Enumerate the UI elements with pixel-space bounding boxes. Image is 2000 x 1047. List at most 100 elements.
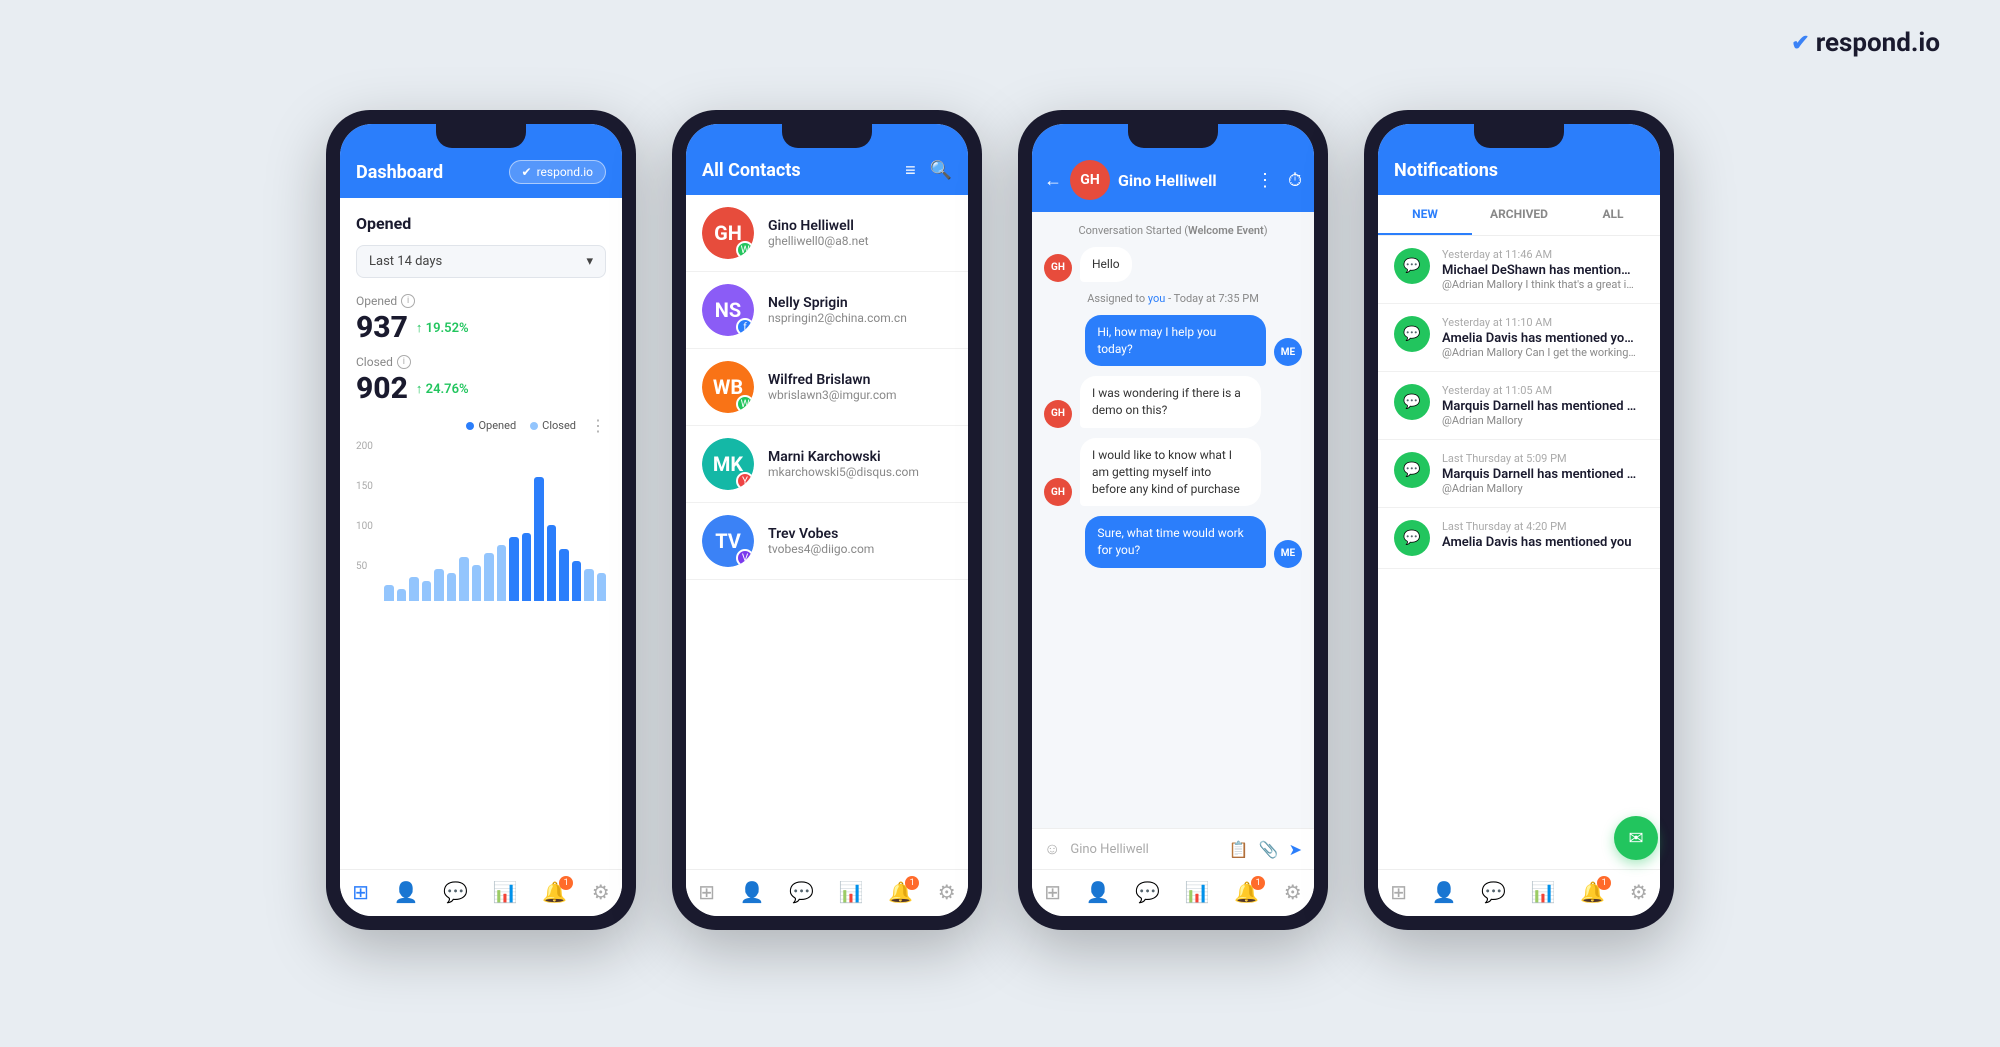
notif-badge: 1	[559, 876, 573, 890]
notification-icon: 💬	[1394, 316, 1430, 352]
nav-home-icon[interactable]: ⊞	[352, 880, 369, 904]
nav-settings-icon[interactable]: ⚙	[938, 880, 956, 904]
tab-all[interactable]: ALL	[1566, 195, 1660, 235]
notification-icon: 💬	[1394, 520, 1430, 556]
chat-input-field[interactable]: Gino Helliwell	[1070, 842, 1218, 857]
nav-chat-icon[interactable]: 💬	[443, 880, 468, 904]
nav-home-icon[interactable]: ⊞	[1390, 880, 1407, 904]
nav-settings-icon[interactable]: ⚙	[1284, 880, 1302, 904]
notif-badge: 1	[1597, 876, 1611, 890]
info-icon[interactable]: ⏱	[1288, 170, 1302, 191]
notification-item[interactable]: 💬 Last Thursday at 5:09 PM Marquis Darne…	[1378, 440, 1660, 508]
nav-home-icon[interactable]: ⊞	[698, 880, 715, 904]
search-icon[interactable]: 🔍	[930, 160, 952, 181]
notifications-tabs: NEW ARCHIVED ALL	[1378, 195, 1660, 236]
contact-item[interactable]: WB W Wilfred Brislawn wbrislawn3@imgur.c…	[686, 349, 968, 426]
chart-bar	[509, 537, 519, 601]
nav-stats-icon[interactable]: 📊	[1531, 880, 1556, 904]
nav-chat-icon[interactable]: 💬	[789, 880, 814, 904]
nav-contacts-icon[interactable]: 👤	[394, 880, 419, 904]
attachment-icon[interactable]: 📎	[1259, 840, 1279, 859]
contact-name: Marni Karchowski	[768, 449, 919, 465]
fab-compose[interactable]: ✉	[1614, 816, 1658, 860]
notification-title: Michael DeShawn has mentioned you i...	[1442, 263, 1637, 278]
notification-icon: 💬	[1394, 248, 1430, 284]
nav-notif-icon[interactable]: 🔔1	[1234, 880, 1259, 904]
notification-item[interactable]: 💬 Yesterday at 11:05 AM Marquis Darnell …	[1378, 372, 1660, 440]
emoji-icon[interactable]: ☺	[1044, 839, 1060, 859]
nav-stats-icon[interactable]: 📊	[493, 880, 518, 904]
chevron-down-icon: ▾	[586, 254, 593, 269]
nav-contacts-icon[interactable]: 👤	[1086, 880, 1111, 904]
chat-input-bar: ☺ Gino Helliwell 📋 📎 ➤	[1032, 828, 1314, 869]
dashboard-header: Dashboard ✔ respond.io	[340, 124, 622, 198]
back-icon[interactable]: ←	[1044, 170, 1062, 191]
nav-notif-icon[interactable]: 🔔1	[888, 880, 913, 904]
contact-item[interactable]: TV V Trev Vobes tvobes4@diigo.com	[686, 503, 968, 580]
chat-header-icons: ⋮ ⏱	[1256, 170, 1302, 191]
send-icon[interactable]: ➤	[1289, 840, 1302, 859]
bubble-received-1: Hello	[1080, 247, 1132, 282]
tab-new[interactable]: NEW	[1378, 195, 1472, 235]
bubble-sent-2: Sure, what time would work for you?	[1085, 516, 1266, 568]
chart-bar	[522, 533, 532, 601]
nav-chat-icon[interactable]: 💬	[1481, 880, 1506, 904]
nav-contacts-icon[interactable]: 👤	[740, 880, 765, 904]
chart-bar	[597, 573, 607, 601]
nav-notif-icon[interactable]: 🔔1	[1580, 880, 1605, 904]
nav-settings-icon[interactable]: ⚙	[1630, 880, 1648, 904]
nav-stats-icon[interactable]: 📊	[1185, 880, 1210, 904]
contact-item[interactable]: NS f Nelly Sprigin nspringin2@china.com.…	[686, 272, 968, 349]
phone-chat-inner: ← GH Gino Helliwell ⋮ ⏱ Conversation Sta…	[1032, 124, 1314, 916]
notification-text: Last Thursday at 5:09 PM Marquis Darnell…	[1442, 452, 1637, 495]
msg-sent-1: Hi, how may I help you today? ME	[1044, 315, 1302, 367]
notif-badge: 1	[1251, 876, 1265, 890]
notification-title: Amelia Davis has mentioned you...	[1442, 331, 1637, 346]
contact-info: Nelly Sprigin nspringin2@china.com.cn	[768, 295, 907, 325]
file-icon[interactable]: 📋	[1229, 840, 1249, 859]
tab-archived[interactable]: ARCHIVED	[1472, 195, 1566, 235]
phone-dashboard: Dashboard ✔ respond.io Opened Last 14 da…	[326, 110, 636, 930]
chart-bar	[434, 569, 444, 601]
bubble-sent-1: Hi, how may I help you today?	[1085, 315, 1266, 367]
opened-value: 937 ↑ 19.52%	[356, 310, 606, 345]
notification-item[interactable]: 💬 Last Thursday at 4:20 PM Amelia Davis …	[1378, 508, 1660, 569]
nav-chat-icon[interactable]: 💬	[1135, 880, 1160, 904]
date-filter-label: Last 14 days	[369, 254, 442, 269]
contact-info: Gino Helliwell ghelliwell0@a8.net	[768, 218, 869, 248]
chart-bar	[447, 573, 457, 601]
bubble-received-3: I would like to know what I am getting m…	[1080, 438, 1261, 506]
y-axis: 200 150 100 50	[356, 441, 373, 601]
chat-contact-avatar: GH	[1070, 160, 1110, 200]
chart-bar	[384, 585, 394, 601]
closed-dot	[530, 422, 538, 430]
filter-icon[interactable]: ≡	[905, 160, 916, 181]
msg-received-1: GH Hello	[1044, 247, 1302, 282]
contact-email: tvobes4@diigo.com	[768, 542, 874, 556]
notification-time: Yesterday at 11:10 AM	[1442, 316, 1637, 329]
msg-avatar-sent-2: ME	[1274, 540, 1302, 568]
chart-bar	[572, 561, 582, 601]
chart-bar	[484, 553, 494, 601]
notification-item[interactable]: 💬 Yesterday at 11:10 AM Amelia Davis has…	[1378, 304, 1660, 372]
conversations-title: Opened	[356, 214, 606, 233]
more-icon[interactable]: ⋮	[1256, 170, 1274, 191]
nav-home-icon[interactable]: ⊞	[1044, 880, 1061, 904]
nav-settings-icon[interactable]: ⚙	[592, 880, 610, 904]
msg-avatar-3: GH	[1044, 478, 1072, 506]
contact-platform-badge: V	[736, 549, 754, 567]
nav-notif-icon[interactable]: 🔔1	[542, 880, 567, 904]
contact-info: Trev Vobes tvobes4@diigo.com	[768, 526, 874, 556]
more-icon[interactable]: ⋮	[590, 416, 606, 435]
contact-item[interactable]: GH W Gino Helliwell ghelliwell0@a8.net	[686, 195, 968, 272]
notification-title: Amelia Davis has mentioned you	[1442, 535, 1632, 550]
phones-wrapper: Dashboard ✔ respond.io Opened Last 14 da…	[326, 110, 1674, 930]
contact-item[interactable]: MK Y Marni Karchowski mkarchowski5@disqu…	[686, 426, 968, 503]
nav-stats-icon[interactable]: 📊	[839, 880, 864, 904]
msg-sent-2: Sure, what time would work for you? ME	[1044, 516, 1302, 568]
notification-item[interactable]: 💬 Yesterday at 11:46 AM Michael DeShawn …	[1378, 236, 1660, 304]
nav-contacts-icon[interactable]: 👤	[1432, 880, 1457, 904]
chat-nav: ⊞ 👤 💬 📊 🔔1 ⚙	[1032, 869, 1314, 916]
logo-text: respond.io	[1816, 28, 1940, 58]
date-filter[interactable]: Last 14 days ▾	[356, 245, 606, 278]
